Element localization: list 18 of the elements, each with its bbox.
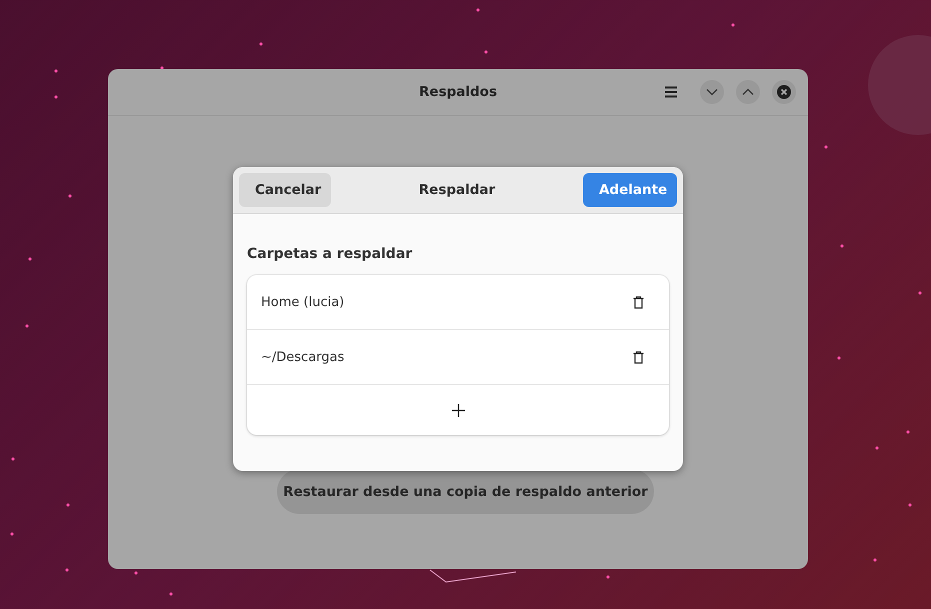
maximize-button[interactable] [736,80,760,104]
chevron-down-icon [706,88,718,96]
chevron-up-icon [742,88,754,96]
restore-button[interactable]: Restaurar desde una copia de respaldo anterior [277,469,654,514]
add-icon[interactable] [452,404,464,416]
close-icon [777,85,791,99]
trash-icon[interactable] [633,296,644,308]
minimize-button[interactable] [700,80,724,104]
window-title: Respaldos [419,84,497,100]
folder-name: Home (lucia) [261,294,344,310]
forward-button[interactable]: Adelante [582,173,677,207]
close-button[interactable] [772,80,796,104]
menu-icon[interactable] [664,86,678,98]
cancel-button[interactable]: Cancelar [239,173,331,207]
trash-icon[interactable] [633,350,644,364]
section-title: Carpetas a respaldar [247,246,414,262]
folder-name: ~/Descargas [261,350,344,364]
dialog-title: Respaldar [418,182,496,198]
